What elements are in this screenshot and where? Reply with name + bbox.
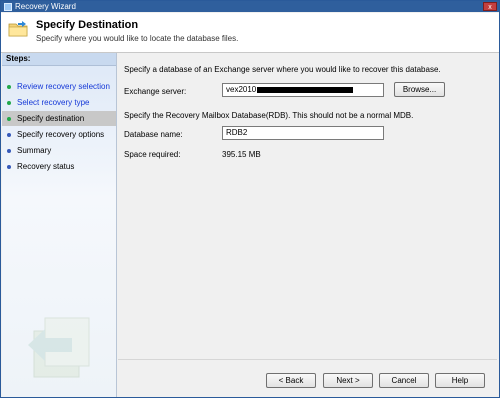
- main-content: Specify a database of an Exchange server…: [118, 53, 497, 359]
- completed-step-icon: [7, 100, 11, 105]
- sidebar-item-summary: Summary: [2, 143, 116, 158]
- title-bar: Recovery Wizard x: [1, 1, 499, 12]
- footer-divider: [118, 359, 497, 360]
- next-button[interactable]: Next >: [323, 373, 373, 388]
- database-name-input[interactable]: RDB2: [222, 126, 384, 140]
- sidebar-item-review-recovery-selection[interactable]: Review recovery selection: [2, 79, 116, 94]
- sidebar-item-label: Specify destination: [17, 114, 85, 123]
- current-step-icon: [7, 116, 11, 121]
- rdb-note: Specify the Recovery Mailbox Database(RD…: [124, 111, 414, 120]
- decorative-folder-arrow-icon: [28, 317, 90, 378]
- space-required-label: Space required:: [124, 150, 181, 159]
- redacted-server-name: [257, 86, 354, 93]
- pending-step-icon: [7, 132, 11, 137]
- sidebar-item-recovery-status: Recovery status: [2, 159, 116, 174]
- database-name-value: RDB2: [226, 128, 248, 137]
- back-button[interactable]: < Back: [266, 373, 316, 388]
- exchange-server-input[interactable]: vex2010: [222, 83, 384, 97]
- window-title: Recovery Wizard: [15, 2, 76, 11]
- sidebar-item-label: Select recovery type: [17, 98, 90, 107]
- steps-heading: Steps:: [2, 53, 116, 66]
- sidebar-item-label: Specify recovery options: [17, 130, 105, 139]
- pending-step-icon: [7, 148, 11, 153]
- sidebar-item-select-recovery-type[interactable]: Select recovery type: [2, 95, 116, 110]
- folder-icon: [8, 21, 28, 37]
- pending-step-icon: [7, 164, 11, 169]
- exchange-server-value: vex2010: [226, 85, 257, 94]
- help-button[interactable]: Help: [435, 373, 485, 388]
- sidebar-item-specify-destination: Specify destination: [2, 111, 116, 126]
- cancel-button[interactable]: Cancel: [379, 373, 429, 388]
- sidebar-item-label: Recovery status: [17, 162, 75, 171]
- database-name-label: Database name:: [124, 130, 183, 139]
- page-subtitle: Specify where you would like to locate t…: [36, 34, 239, 43]
- sidebar-item-label: Review recovery selection: [17, 82, 110, 91]
- space-required-value: 395.15 MB: [222, 150, 261, 159]
- sidebar-item-label: Summary: [17, 146, 52, 155]
- window-icon: [4, 2, 12, 11]
- browse-button[interactable]: Browse...: [394, 82, 445, 97]
- recovery-wizard-window: Recovery Wizard x Specify Destination Sp…: [0, 0, 500, 398]
- intro-text: Specify a database of an Exchange server…: [124, 65, 441, 74]
- completed-step-icon: [7, 84, 11, 89]
- steps-sidebar: Steps: Review recovery selection Select …: [2, 53, 117, 397]
- page-title: Specify Destination: [36, 19, 139, 31]
- close-button[interactable]: x: [483, 2, 497, 11]
- wizard-header: Specify Destination Specify where you wo…: [1, 13, 499, 53]
- exchange-server-label: Exchange server:: [124, 87, 187, 96]
- sidebar-item-specify-recovery-options: Specify recovery options: [2, 127, 116, 142]
